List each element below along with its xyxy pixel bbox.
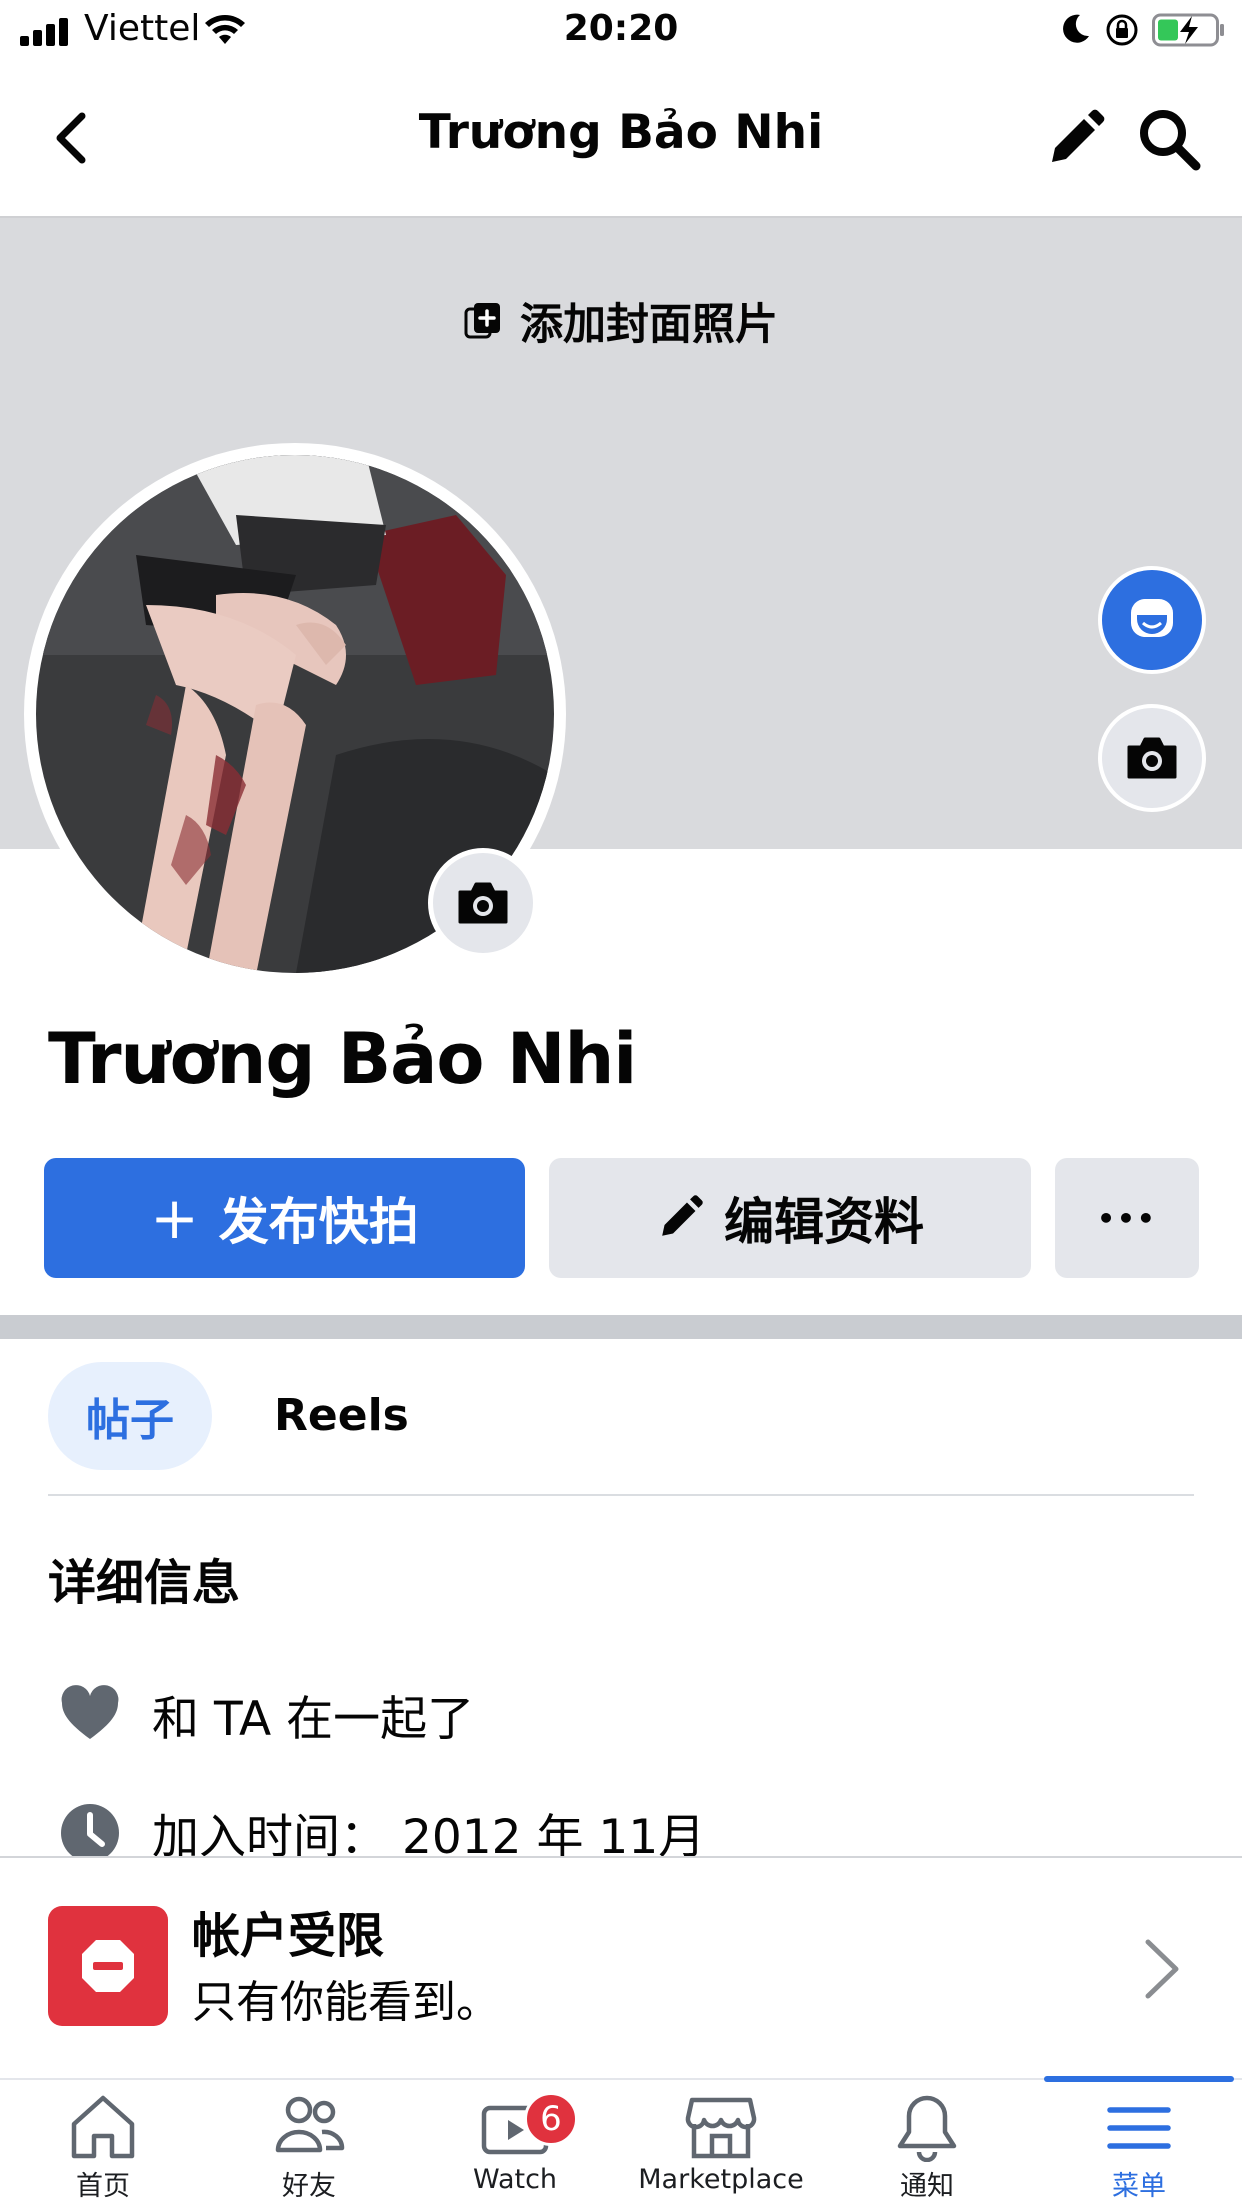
tab-notifications[interactable]: 通知	[824, 2086, 1030, 2208]
restricted-title: 帐户受限	[192, 1908, 385, 1964]
camera-icon	[1127, 737, 1177, 779]
cover-camera-button[interactable]	[1098, 704, 1206, 812]
add-cover-photo-button[interactable]: 添加封面照片	[0, 290, 1242, 352]
add-photo-icon	[464, 303, 500, 339]
tab-home-label: 首页	[76, 2171, 130, 2202]
restricted-banner[interactable]	[0, 1856, 1242, 2078]
tab-reels[interactable]: Reels	[274, 1390, 409, 1441]
detail-relationship[interactable]: 和 TA 在一起了	[58, 1680, 474, 1749]
rotation-lock-icon	[1106, 14, 1138, 46]
tab-home[interactable]: 首页	[0, 2086, 206, 2208]
home-icon	[71, 2095, 135, 2159]
edit-profile-button[interactable]: 编辑资料	[549, 1158, 1031, 1278]
tab-posts[interactable]: 帖子	[48, 1362, 212, 1470]
tab-marketplace-label: Marketplace	[638, 2164, 804, 2195]
tab-watch[interactable]: Watch	[412, 2086, 618, 2208]
details-heading: 详细信息	[48, 1555, 241, 1611]
tab-friends-label: 好友	[282, 2171, 336, 2202]
pencil-icon[interactable]	[1044, 108, 1106, 170]
add-cover-label: 添加封面照片	[520, 300, 778, 350]
avatar-button[interactable]	[1098, 566, 1206, 674]
tab-friends[interactable]: 好友	[206, 2086, 412, 2208]
search-icon[interactable]	[1136, 106, 1202, 172]
restricted-icon	[48, 1906, 168, 2026]
tab-menu-label: 菜单	[1112, 2171, 1166, 2202]
tab-marketplace[interactable]: Marketplace	[618, 2086, 824, 2208]
add-story-button[interactable]: + 发布快拍	[44, 1158, 525, 1278]
no-entry-icon	[82, 1940, 134, 1992]
detail-relationship-text: 和 TA 在一起了	[152, 1692, 475, 1747]
profile-name: Trương Bảo Nhi	[48, 1018, 637, 1100]
edit-profile-label: 编辑资料	[724, 1193, 924, 1251]
friends-icon	[275, 2096, 345, 2153]
chevron-right-icon[interactable]	[1140, 1936, 1184, 2002]
clock-icon	[61, 1803, 119, 1862]
tab-notifications-label: 通知	[900, 2171, 954, 2202]
more-options-button[interactable]: •••	[1055, 1158, 1199, 1278]
marketplace-icon	[685, 2097, 757, 2159]
tab-watch-label: Watch	[472, 2164, 558, 2195]
pencil-icon	[662, 1195, 703, 1236]
battery-charging-icon	[1152, 13, 1224, 47]
avatar-icon	[1131, 599, 1173, 637]
plus-icon: +	[150, 1184, 199, 1252]
status-time: 20:20	[563, 8, 679, 49]
more-dots-icon: •••	[1097, 1201, 1157, 1235]
moon-icon	[1063, 14, 1089, 43]
bell-icon	[897, 2095, 957, 2162]
profile-camera-button[interactable]	[428, 848, 538, 958]
watch-badge: 6	[524, 2092, 578, 2146]
camera-icon	[458, 882, 508, 924]
heart-icon	[61, 1684, 119, 1739]
menu-icon	[1107, 2107, 1171, 2149]
tabs-divider	[48, 1494, 1194, 1496]
restricted-subtitle: 只有你能看到。	[192, 1977, 500, 2028]
add-story-label: 发布快拍	[218, 1193, 419, 1251]
active-tab-indicator	[1044, 2076, 1234, 2082]
section-divider	[0, 1315, 1242, 1339]
tab-menu[interactable]: 菜单	[1036, 2086, 1242, 2208]
